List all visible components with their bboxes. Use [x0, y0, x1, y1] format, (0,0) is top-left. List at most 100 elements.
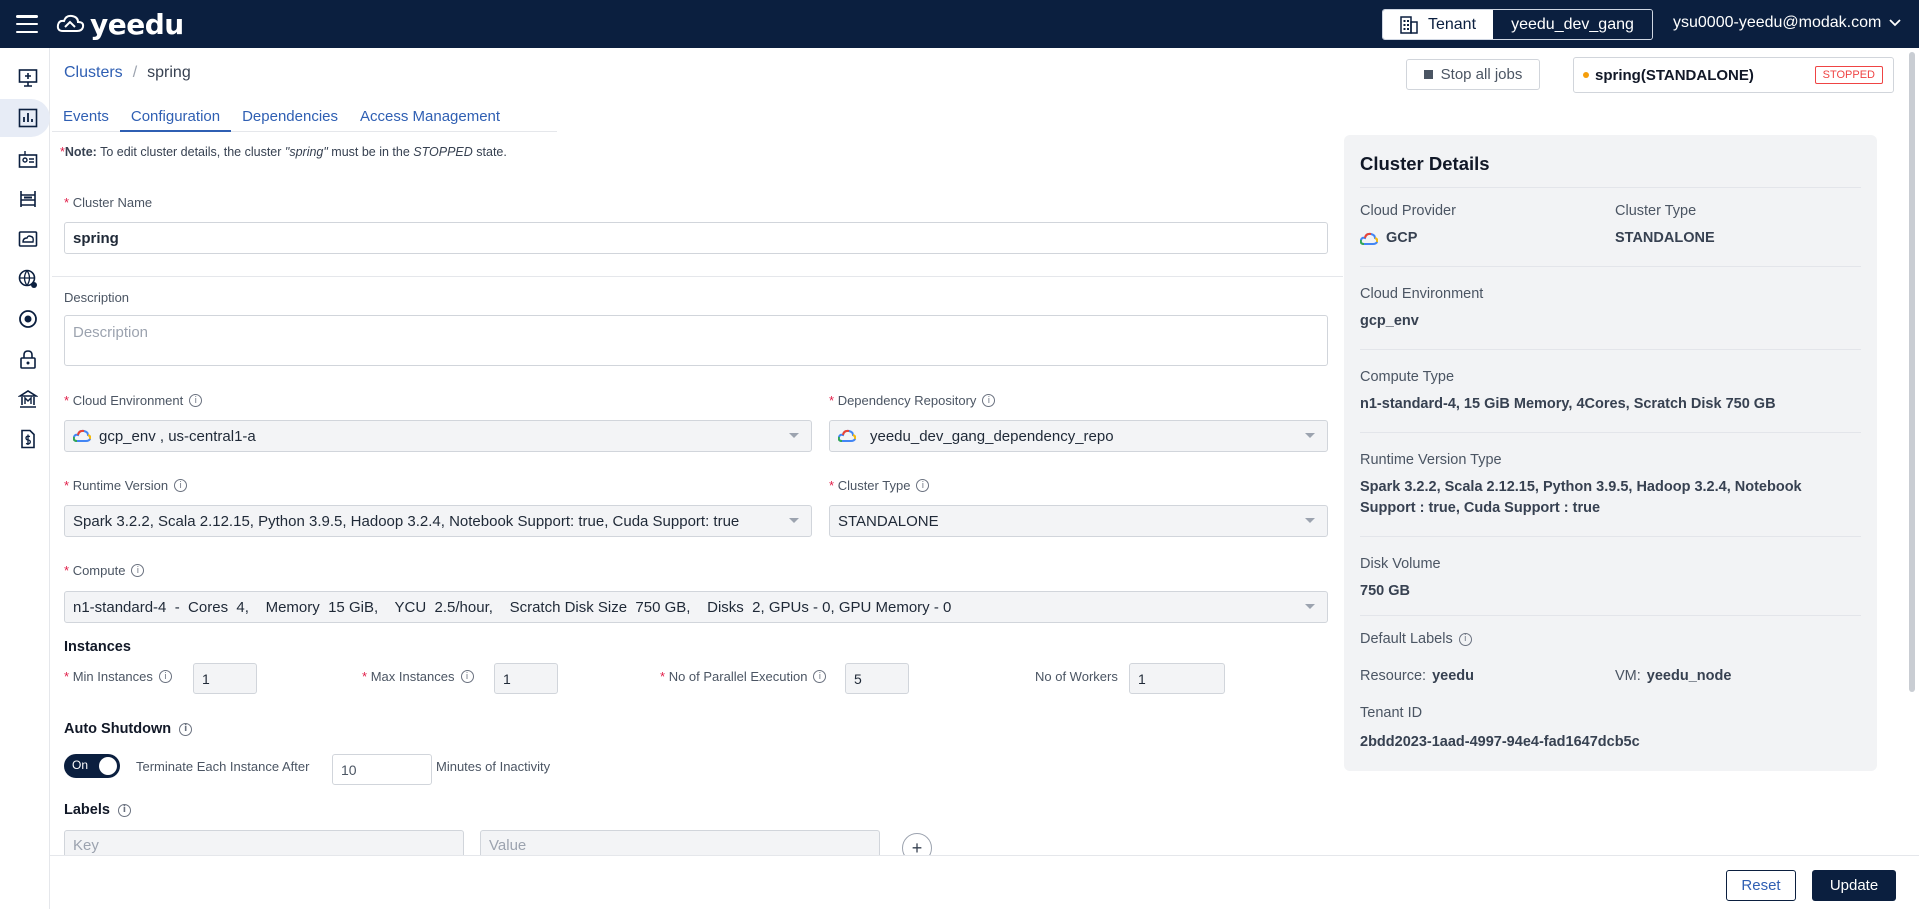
chevron-down-icon	[1889, 19, 1901, 27]
status-badge: STOPPED	[1814, 66, 1883, 84]
compute-value: n1-standard-4 - Cores 4, Memory 15 GiB, …	[73, 598, 952, 616]
tab-events[interactable]: Events	[52, 102, 120, 132]
divider	[1360, 349, 1861, 350]
user-email: ysu0000-yeedu@modak.com	[1673, 14, 1882, 31]
scrollbar[interactable]	[1909, 52, 1915, 692]
status-dot	[1583, 72, 1589, 78]
tenant-button[interactable]: Tenant	[1383, 10, 1493, 39]
info-icon[interactable]: i	[117, 803, 131, 817]
info-icon[interactable]: i	[189, 394, 203, 407]
info-icon[interactable]: i	[916, 479, 930, 492]
dependency-repository-select[interactable]: yeedu_dev_gang_dependency_repo	[829, 420, 1328, 452]
disk-volume-value: 750 GB	[1360, 583, 1410, 599]
nav-target-icon[interactable]	[16, 307, 40, 331]
stop-icon	[1423, 70, 1433, 79]
nav-jobs-icon[interactable]	[16, 147, 40, 171]
vm-label: VM: yeedu_node	[1615, 668, 1732, 684]
breadcrumb: Clusters / spring	[64, 64, 191, 82]
tenant-selector[interactable]: Tenant yeedu_dev_gang	[1382, 9, 1653, 40]
description-placeholder: Description	[73, 324, 149, 341]
tab-access-management[interactable]: Access Management	[349, 102, 511, 132]
logo-text: yeedu	[90, 7, 184, 41]
cloud-environment-select[interactable]: gcp_env , us-central1-a	[64, 420, 812, 452]
info-icon[interactable]: i	[131, 564, 145, 577]
info-icon[interactable]: i	[179, 722, 193, 736]
max-instances-input[interactable]: 1	[494, 663, 558, 694]
divider	[1360, 536, 1861, 537]
stop-all-jobs-button[interactable]: Stop all jobs	[1406, 59, 1540, 90]
dependency-repository-label: * Dependency Repository i	[829, 393, 996, 408]
compute-label: * Compute i	[64, 563, 145, 578]
divider	[52, 276, 1343, 277]
workers-label: No of Workers	[1035, 669, 1118, 684]
tenant-id-value: 2bdd2023-1aad-4997-94e4-fad1647dcb5c	[1360, 734, 1640, 750]
info-icon[interactable]: i	[158, 670, 172, 683]
cluster-name-input[interactable]: spring	[64, 222, 1328, 254]
chevron-down-icon	[1305, 604, 1315, 609]
cloud-logo-icon	[56, 14, 85, 32]
cluster-type-value: STANDALONE	[838, 512, 939, 530]
instances-title: Instances	[64, 639, 131, 655]
menu-icon[interactable]	[16, 15, 38, 33]
breadcrumb-current: spring	[147, 64, 191, 81]
cloud-environment-label: * Cloud Environment i	[64, 393, 203, 408]
nav-network-icon[interactable]	[16, 267, 40, 291]
gcp-icon	[73, 429, 91, 442]
nav-cloud-env-icon[interactable]	[16, 227, 40, 251]
chevron-down-icon	[1305, 433, 1315, 438]
runtime-version-select[interactable]: Spark 3.2.2, Scala 2.12.15, Python 3.9.5…	[64, 505, 812, 537]
cluster-details-title: Cluster Details	[1360, 153, 1490, 174]
tab-dependencies[interactable]: Dependencies	[231, 102, 349, 132]
auto-shutdown-toggle[interactable]: On	[64, 754, 120, 778]
nav-bank-icon[interactable]	[16, 387, 40, 411]
info-icon[interactable]: i	[813, 670, 827, 683]
tenant-name[interactable]: yeedu_dev_gang	[1493, 10, 1652, 39]
cloud-environment-value: gcp_env , us-central1-a	[99, 427, 256, 445]
chevron-down-icon	[789, 433, 799, 438]
nav-add-screen-icon[interactable]	[16, 66, 40, 90]
stop-all-jobs-label: Stop all jobs	[1440, 66, 1523, 83]
nav-lock-icon[interactable]	[16, 347, 40, 371]
labels-title: Labels i	[64, 802, 131, 818]
info-icon[interactable]: i	[1458, 632, 1472, 646]
disk-volume-label: Disk Volume	[1360, 556, 1441, 572]
min-instances-input[interactable]: 1	[193, 663, 257, 694]
info-icon[interactable]: i	[174, 479, 188, 492]
info-icon[interactable]: i	[460, 670, 474, 683]
info-icon[interactable]: i	[982, 394, 996, 407]
toggle-label: On	[72, 758, 89, 772]
user-menu[interactable]: ysu0000-yeedu@modak.com	[1673, 14, 1901, 32]
compute-select[interactable]: n1-standard-4 - Cores 4, Memory 15 GiB, …	[64, 591, 1328, 623]
nav-billing-icon[interactable]	[16, 427, 40, 451]
auto-shutdown-title: Auto Shutdown i	[64, 721, 193, 737]
parallel-execution-input[interactable]: 5	[845, 663, 909, 694]
edit-note: *Note: To edit cluster details, the clus…	[60, 145, 507, 159]
breadcrumb-clusters[interactable]: Clusters	[64, 64, 123, 82]
cluster-type-select[interactable]: STANDALONE	[829, 505, 1328, 537]
cluster-type-detail-value: STANDALONE	[1615, 230, 1715, 246]
inactivity-minutes-input[interactable]: 10	[332, 754, 432, 785]
toggle-knob	[99, 757, 117, 775]
compute-type-label: Compute Type	[1360, 369, 1455, 385]
divider	[1360, 266, 1861, 267]
min-instances-label: * Min Instances i	[64, 669, 172, 684]
nav-clusters-icon[interactable]	[16, 106, 40, 130]
gcp-icon	[1360, 232, 1378, 245]
tab-bar: Events Configuration Dependencies Access…	[52, 102, 557, 132]
tab-configuration[interactable]: Configuration	[119, 102, 232, 132]
default-labels-label: Default Labels i	[1360, 631, 1472, 647]
reset-button[interactable]: Reset	[1726, 870, 1796, 901]
update-button[interactable]: Update	[1812, 870, 1896, 901]
app-logo[interactable]: yeedu	[56, 7, 184, 41]
cluster-name-label: * Cluster Name	[64, 195, 153, 210]
divider	[1360, 432, 1861, 433]
description-textarea[interactable]: Description	[64, 315, 1328, 366]
chevron-down-icon	[1305, 518, 1315, 523]
runtime-version-value: Spark 3.2.2, Scala 2.12.15, Python 3.9.5…	[73, 512, 740, 530]
breadcrumb-separator: /	[132, 64, 138, 81]
max-instances-label: * Max Instances i	[362, 669, 474, 684]
nav-workspace-icon[interactable]	[16, 187, 40, 211]
divider	[1360, 187, 1861, 188]
cloud-environment-detail-label: Cloud Environment	[1360, 286, 1484, 302]
chevron-down-icon	[789, 518, 799, 523]
